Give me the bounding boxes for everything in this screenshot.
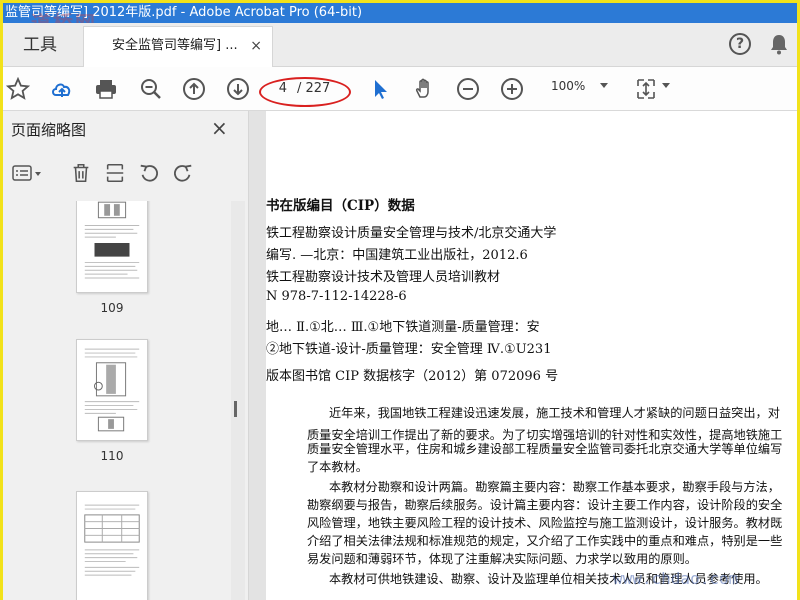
pdf-page: 书在版编目（CIP）数据 铁工程勘察设计质量安全管理与技术/北京交通大学 编写.…: [266, 111, 797, 600]
page-up-icon[interactable]: [179, 74, 209, 104]
body-line: 风险管理，地铁主要风险工程的设计技术、风险监控与施工监测设计，设计服务。教材既: [307, 516, 783, 530]
tab-document[interactable]: 安全监管司等编写] ... ×: [83, 26, 273, 67]
zoom-level[interactable]: 100%: [551, 79, 585, 93]
main-toolbar: 4/ 227 100%: [3, 67, 797, 111]
rotate-ccw-icon[interactable]: [135, 159, 163, 187]
rotate-cw-icon[interactable]: [169, 159, 197, 187]
delete-icon[interactable]: [67, 159, 95, 187]
window-title: 监管司等编写] 2012年版.pdf - Adobe Acrobat Pro (…: [3, 3, 797, 23]
hand-icon[interactable]: [409, 74, 439, 104]
print-icon[interactable]: [91, 74, 121, 104]
help-circle-icon[interactable]: ?: [729, 33, 751, 55]
body-line: 本教材分勘察和设计两篇。勘察篇主要内容：勘察工作基本要求，勘察手段与方法，: [329, 480, 780, 494]
body-line: 近年来，我国地铁工程建设迅速发展，施工技术和管理人才紧缺的问题日益突出，对: [329, 406, 780, 420]
body-line: 易发问题和薄弱环节，体现了注重解决实际问题、力求学以致用的原则。: [307, 552, 697, 566]
options-menu-icon[interactable]: [9, 159, 45, 187]
thumbnail-page[interactable]: [76, 201, 148, 293]
thumbnail-page[interactable]: [76, 491, 148, 600]
watermark-url: www.chdao.com: [613, 569, 739, 588]
cip-line: 铁工程勘察设计技术及管理人员培训教材: [266, 270, 501, 285]
document-viewer: 书在版编目（CIP）数据 铁工程勘察设计质量安全管理与技术/北京交通大学 编写.…: [249, 111, 797, 600]
star-icon[interactable]: [3, 74, 33, 104]
cip-line: 地… Ⅱ.①北… Ⅲ.①地下铁道测量-质量管理：安: [266, 320, 540, 335]
thumbnail-page[interactable]: [76, 339, 148, 441]
cip-heading: 书在版编目（CIP）数据: [266, 198, 415, 214]
body-line: 了本教材。: [307, 460, 368, 474]
thumbnail-panel: 页面缩略图 × 109 110: [3, 111, 249, 600]
chevron-down-icon[interactable]: [600, 83, 608, 88]
tab-tools[interactable]: 工具: [3, 23, 83, 67]
zoom-in-icon[interactable]: [497, 74, 527, 104]
close-icon[interactable]: ×: [211, 116, 228, 140]
thumbnail-page-number: 110: [100, 449, 124, 463]
chevron-down-icon[interactable]: [662, 83, 670, 88]
cloud-upload-icon[interactable]: [47, 74, 77, 104]
body-line: 勘察纲要与报告，勘察后续服务。设计篇主要内容：设计主要工作内容，设计阶段的安全: [307, 498, 783, 512]
body-line: 质量安全管理水平，住房和城乡建设部工程质量安全监管司委托北京交通大学等单位编写: [307, 442, 783, 456]
body-line: 介绍了相关法律法规和标准规范的规定，又介绍了工作实践中的重点和难点，特别是一些: [307, 534, 783, 548]
select-arrow-icon[interactable]: [365, 74, 395, 104]
insert-page-icon[interactable]: [101, 159, 129, 187]
close-icon[interactable]: ×: [250, 27, 262, 65]
scroll-handle[interactable]: [234, 401, 237, 417]
page-number-highlight-ring: [259, 77, 351, 107]
thumbnail-page-number: 109: [100, 301, 124, 315]
tab-bar: 工具 安全监管司等编写] ... × ?: [3, 23, 797, 67]
tab-document-label: 安全监管司等编写] ...: [112, 38, 238, 53]
cip-line: 编写. —北京：中国建筑工业出版社，2012.6: [266, 248, 528, 263]
cip-line: N 978-7-112-14228-6: [266, 289, 407, 304]
cip-line: 版本图书馆 CIP 数据核字（2012）第 072096 号: [266, 369, 559, 384]
cip-line: ②地下铁道-设计-质量管理：安全管理 Ⅳ.①U231: [266, 342, 552, 357]
thumbnail-list: 109 110: [3, 201, 231, 600]
cip-line: 铁工程勘察设计质量安全管理与技术/北京交通大学: [266, 226, 557, 241]
zoom-out-magnifier-icon[interactable]: [136, 74, 166, 104]
thumbnail-toolbar: [3, 153, 249, 193]
panel-title: 页面缩略图: [11, 121, 87, 139]
zoom-out-icon[interactable]: [453, 74, 483, 104]
thumbnail-scrollbar[interactable]: [231, 201, 245, 600]
page-fit-icon[interactable]: [631, 74, 661, 104]
page-down-icon[interactable]: [223, 74, 253, 104]
bell-icon[interactable]: [769, 33, 789, 55]
